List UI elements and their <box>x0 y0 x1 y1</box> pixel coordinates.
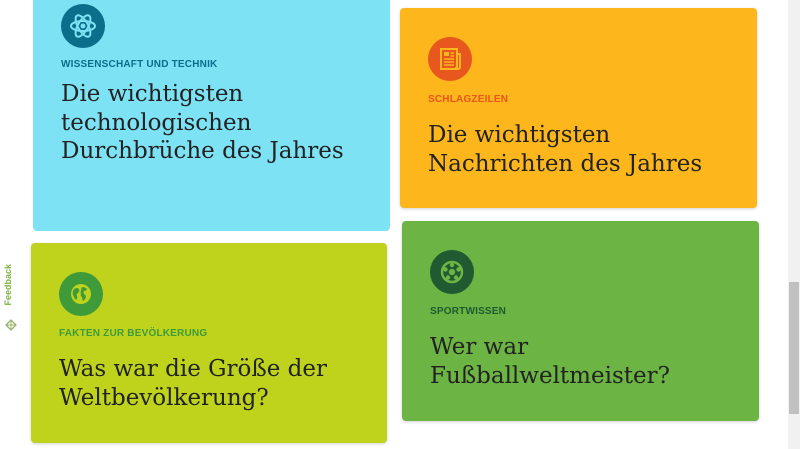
feedback-label: Feedback <box>3 264 13 306</box>
card-category: Sportwissen <box>430 306 507 317</box>
card-headlines[interactable]: Schlagzeilen Die wichtigsten Nachrichten… <box>400 8 757 208</box>
atom-icon <box>61 4 105 48</box>
card-sports-knowledge[interactable]: Sportwissen Wer war Fußballweltmeister? <box>402 221 759 421</box>
card-category: Schlagzeilen <box>428 94 509 105</box>
newspaper-icon <box>428 37 472 81</box>
card-headline[interactable]: Die wichtigsten Nachrichten des Jahres <box>428 121 748 178</box>
scrollbar-thumb[interactable] <box>789 282 799 414</box>
card-headline[interactable]: Die wichtigsten technologischen Durchbrü… <box>61 80 361 166</box>
card-category: Fakten zur Bevölkerung <box>59 328 208 339</box>
feedback-icon <box>4 318 18 337</box>
globe-icon <box>59 272 103 316</box>
card-headline[interactable]: Was war die Größe der Weltbevölkerung? <box>59 355 379 412</box>
soccer-ball-icon <box>430 250 474 294</box>
feedback-tab[interactable]: Feedback <box>0 258 22 338</box>
card-population-facts[interactable]: Fakten zur Bevölkerung Was war die Größe… <box>31 243 387 443</box>
card-headline[interactable]: Wer war Fußballweltmeister? <box>430 333 750 390</box>
card-science-technology[interactable]: Wissenschaft und Technik Die wichtigsten… <box>33 0 390 231</box>
card-category: Wissenschaft und Technik <box>61 59 218 70</box>
